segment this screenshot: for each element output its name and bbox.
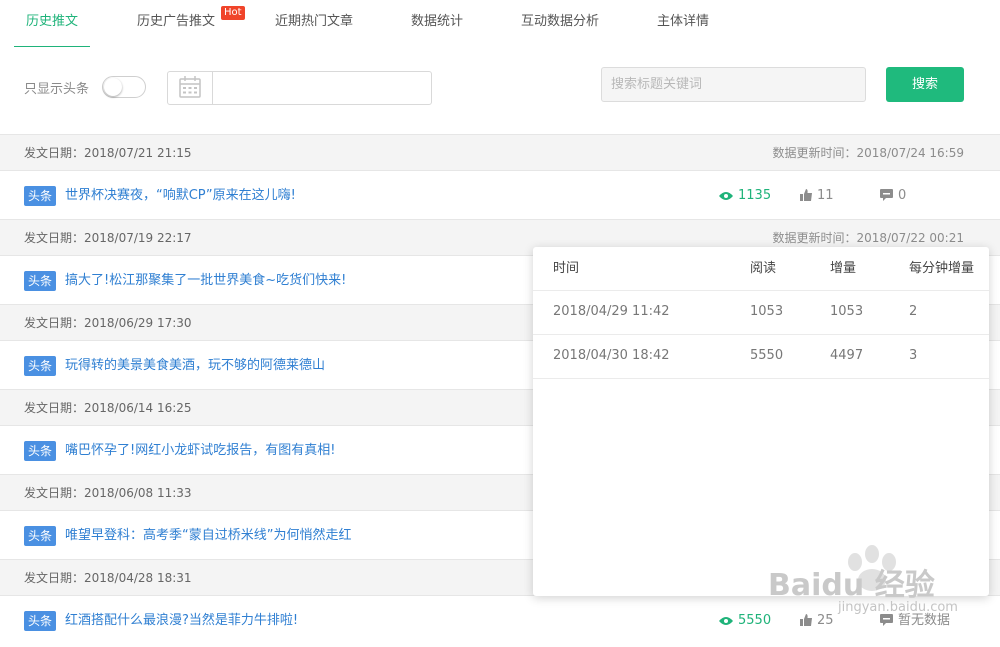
comments-value: 0	[898, 188, 907, 203]
only-headline-label: 只显示头条	[24, 82, 90, 97]
search-input[interactable]	[601, 67, 866, 102]
reads-value: 1135	[738, 188, 772, 203]
table-cell: 2018/04/29 11:42	[553, 304, 670, 319]
article-title[interactable]: 唯望早登科：高考季“蒙自过桥米线”为何悄然走红	[65, 526, 351, 546]
publish-date: 发文日期：2018/06/14 16:25	[24, 401, 192, 415]
article-title[interactable]: 玩得转的美景美食美酒，玩不够的阿德莱德山	[65, 356, 325, 376]
tab-hot-articles[interactable]: 近期热门文章	[266, 0, 362, 46]
article-title[interactable]: 搞大了!松江那聚集了一批世界美食~吃货们快来!	[65, 271, 346, 291]
reads-stat: 1135	[719, 186, 771, 206]
table-cell: 1053	[750, 304, 784, 319]
col-header-increment: 增量	[830, 261, 857, 276]
headline-badge: 头条	[24, 526, 57, 546]
tab-entity-details[interactable]: 主体详情	[648, 0, 718, 46]
col-header-per-minute: 每分钟增量	[909, 261, 975, 276]
table-cell: 5550	[750, 348, 784, 363]
table-cell: 1053	[830, 304, 864, 319]
table-cell: 3	[909, 348, 918, 363]
col-header-time: 时间	[553, 261, 580, 276]
date-picker[interactable]	[167, 71, 432, 105]
table-cell: 4497	[830, 348, 864, 363]
tab-history-posts[interactable]: 历史推文	[14, 0, 90, 48]
list-item: 发文日期：2018/07/21 21:15 数据更新时间：2018/07/24 …	[0, 134, 1000, 219]
eye-icon	[719, 617, 733, 625]
hot-badge: Hot	[221, 6, 245, 20]
publish-date: 发文日期：2018/06/08 11:33	[24, 486, 192, 500]
article-title[interactable]: 红酒搭配什么最浪漫?当然是菲力牛排啦!	[65, 611, 298, 631]
watermark-brand: Baidu 经验	[768, 568, 935, 603]
eye-icon	[719, 192, 733, 200]
publish-date: 发文日期：2018/06/29 17:30	[24, 316, 192, 330]
article-title[interactable]: 嘴巴怀孕了!网红小龙虾试吃报告，有图有真相!	[65, 441, 335, 461]
calendar-icon[interactable]	[168, 72, 213, 104]
headline-badge: 头条	[24, 441, 57, 461]
table-cell: 2	[909, 304, 918, 319]
date-row: 发文日期：2018/07/21 21:15 数据更新时间：2018/07/24 …	[0, 134, 1000, 171]
headline-badge: 头条	[24, 186, 57, 206]
thumb-up-icon	[800, 189, 812, 201]
table-cell: 2018/04/30 18:42	[553, 348, 670, 363]
search-button[interactable]: 搜索	[886, 67, 964, 102]
likes-value: 11	[817, 188, 834, 203]
likes-stat: 11	[800, 186, 834, 206]
headline-badge: 头条	[24, 356, 57, 376]
publish-date: 发文日期：2018/07/21 21:15	[24, 146, 192, 160]
divider	[533, 378, 989, 379]
tab-bar: 历史推文 历史广告推文 Hot 近期热门文章 数据统计 互动数据分析 主体详情	[0, 0, 1000, 48]
article-row: 头条 世界杯决赛夜，“响默CP”原来在这儿嗨! 1135 11 0	[0, 171, 1000, 219]
tab-history-ads[interactable]: 历史广告推文	[128, 0, 224, 46]
toggle-knob	[104, 78, 122, 96]
publish-date: 发文日期：2018/07/19 22:17	[24, 231, 192, 245]
only-headline-toggle[interactable]	[102, 76, 146, 98]
comment-icon	[880, 189, 893, 201]
article-title[interactable]: 世界杯决赛夜，“响默CP”原来在这儿嗨!	[65, 186, 296, 206]
watermark-url: jingyan.baidu.com	[838, 600, 958, 615]
headline-badge: 头条	[24, 271, 57, 291]
col-header-reads: 阅读	[750, 261, 777, 276]
tab-data-stats[interactable]: 数据统计	[402, 0, 472, 46]
headline-badge: 头条	[24, 611, 57, 631]
publish-date: 发文日期：2018/04/28 18:31	[24, 571, 192, 585]
tab-interaction-analysis[interactable]: 互动数据分析	[512, 0, 608, 46]
update-time: 数据更新时间：2018/07/24 16:59	[772, 146, 964, 160]
comments-stat: 0	[880, 186, 906, 206]
